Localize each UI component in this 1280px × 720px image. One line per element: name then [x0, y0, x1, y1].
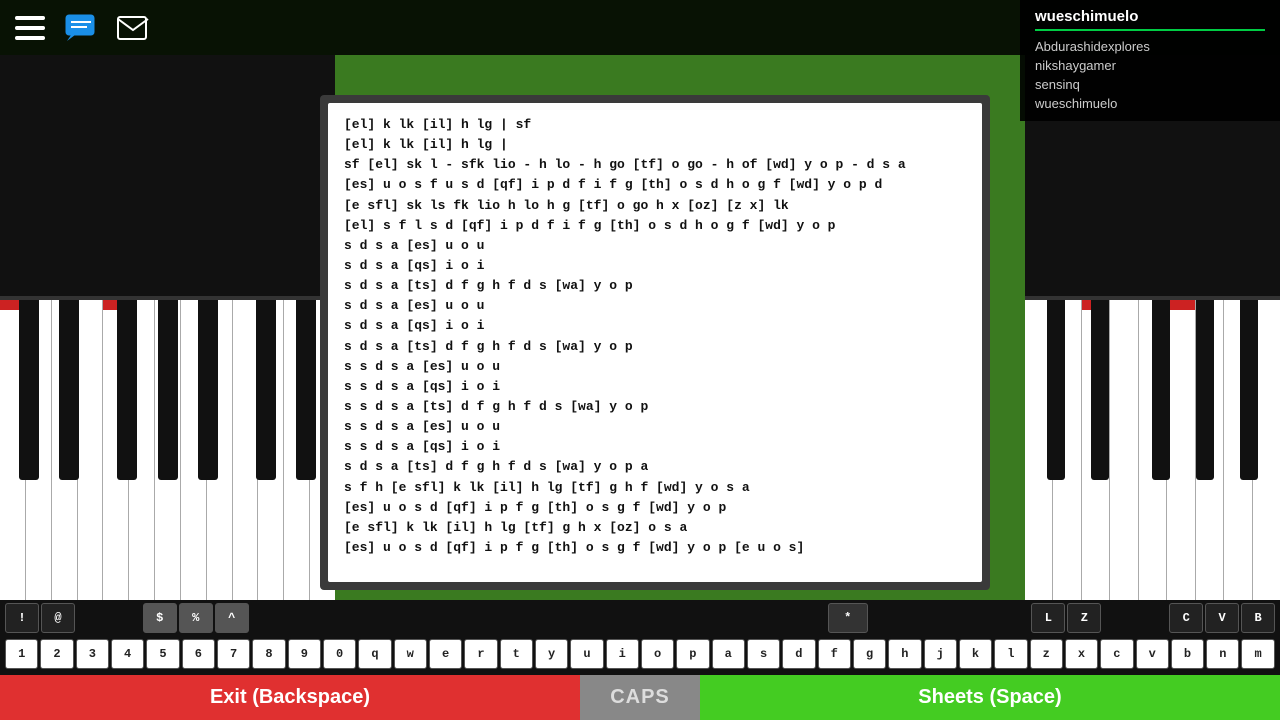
bottom-bar: Exit (Backspace) CAPS Sheets (Space) [0, 675, 1280, 720]
key-2[interactable]: 2 [40, 639, 73, 669]
key-f[interactable]: f [818, 639, 851, 669]
key-n[interactable]: n [1206, 639, 1239, 669]
key-at[interactable]: @ [41, 603, 75, 633]
key-0[interactable]: 0 [323, 639, 356, 669]
key-x[interactable]: x [1065, 639, 1098, 669]
key-C[interactable]: C [1169, 603, 1203, 633]
key-4[interactable]: 4 [111, 639, 144, 669]
key-spacer2 [251, 603, 826, 633]
key-g[interactable]: g [853, 639, 886, 669]
username-underline [1035, 29, 1265, 31]
sheets-button[interactable]: Sheets (Space) [700, 675, 1280, 720]
key-6[interactable]: 6 [182, 639, 215, 669]
key-m[interactable]: m [1241, 639, 1274, 669]
key-caret[interactable]: ^ [215, 603, 249, 633]
sheet-content: [el] k lk [il] h lg | sf [el] k lk [il] … [328, 103, 982, 582]
exit-button[interactable]: Exit (Backspace) [0, 675, 580, 720]
key-l[interactable]: l [994, 639, 1027, 669]
top-bar-left [15, 14, 149, 42]
key-7[interactable]: 7 [217, 639, 250, 669]
bottom-keyboard: ! @ $ % ^ * L Z C V B 1234567890qwertyui… [0, 600, 1280, 675]
key-z[interactable]: z [1030, 639, 1063, 669]
key-percent[interactable]: % [179, 603, 213, 633]
key-b[interactable]: b [1171, 639, 1204, 669]
key-8[interactable]: 8 [252, 639, 285, 669]
player-list: Abdurashidexplores nikshaygamer sensinq … [1035, 37, 1265, 113]
key-s[interactable]: s [747, 639, 780, 669]
key-y[interactable]: y [535, 639, 568, 669]
key-j[interactable]: j [924, 639, 957, 669]
chat-icon[interactable] [65, 14, 97, 42]
left-piano [0, 55, 335, 600]
hamburger-icon[interactable] [15, 16, 45, 40]
key-u[interactable]: u [570, 639, 603, 669]
key-o[interactable]: o [641, 639, 674, 669]
top-bar: wueschimuelo Abdurashidexplores nikshayg… [0, 0, 1280, 55]
key-h[interactable]: h [888, 639, 921, 669]
sheet-panel: [el] k lk [il] h lg | sf [el] k lk [il] … [320, 95, 990, 590]
key-v[interactable]: v [1136, 639, 1169, 669]
key-V[interactable]: V [1205, 603, 1239, 633]
key-5[interactable]: 5 [146, 639, 179, 669]
key-t[interactable]: t [500, 639, 533, 669]
key-exclaim[interactable]: ! [5, 603, 39, 633]
key-spacer4 [1103, 603, 1167, 633]
key-B[interactable]: B [1241, 603, 1275, 633]
inbox-icon[interactable] [117, 14, 149, 42]
key-d[interactable]: d [782, 639, 815, 669]
key-p[interactable]: p [676, 639, 709, 669]
caps-button[interactable]: CAPS [580, 675, 700, 720]
player-4: wueschimuelo [1035, 94, 1265, 113]
key-spacer1 [77, 603, 141, 633]
key-Z-special[interactable]: Z [1067, 603, 1101, 633]
key-9[interactable]: 9 [288, 639, 321, 669]
right-piano [1025, 55, 1280, 600]
key-row-letters: 1234567890qwertyuiopasdfghjklzxcvbnm [0, 636, 1280, 672]
key-w[interactable]: w [394, 639, 427, 669]
key-row-special: ! @ $ % ^ * L Z C V B [0, 600, 1280, 636]
sheet-text: [el] k lk [il] h lg | sf [el] k lk [il] … [344, 115, 966, 558]
key-a[interactable]: a [712, 639, 745, 669]
key-r[interactable]: r [464, 639, 497, 669]
key-e[interactable]: e [429, 639, 462, 669]
key-spacer3 [870, 603, 1030, 633]
player-3: sensinq [1035, 75, 1265, 94]
key-1[interactable]: 1 [5, 639, 38, 669]
current-username: wueschimuelo [1035, 8, 1265, 25]
key-c[interactable]: c [1100, 639, 1133, 669]
key-L[interactable]: L [1031, 603, 1065, 633]
key-i[interactable]: i [606, 639, 639, 669]
player-panel: wueschimuelo Abdurashidexplores nikshayg… [1020, 0, 1280, 121]
key-q[interactable]: q [358, 639, 391, 669]
key-asterisk[interactable]: * [828, 603, 868, 633]
player-2: nikshaygamer [1035, 56, 1265, 75]
player-1: Abdurashidexplores [1035, 37, 1265, 56]
key-k[interactable]: k [959, 639, 992, 669]
key-dollar[interactable]: $ [143, 603, 177, 633]
key-3[interactable]: 3 [76, 639, 109, 669]
